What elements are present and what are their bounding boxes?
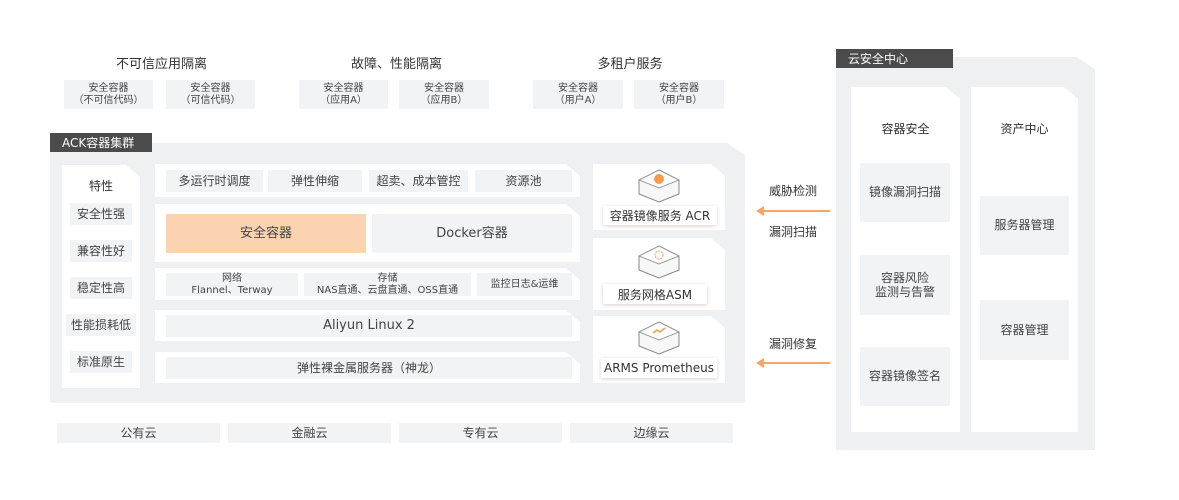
asm-service: 服务网格ASM — [603, 284, 707, 304]
docker-container-runtime: Docker容器 — [372, 214, 572, 253]
card-multi-tenant: 多租户服务 安全容器 （用户A） 安全容器 （用户B） — [517, 45, 743, 117]
vuln-fix-label: 漏洞修复 — [768, 336, 817, 351]
asset-center-title: 资产中心 — [1000, 121, 1049, 136]
network: 网络 Flannel、Terway — [166, 273, 298, 296]
secure-container-user-a: 安全容器 （用户A） — [533, 80, 623, 109]
feature-item: 标准原生 — [70, 351, 132, 373]
elastic-scaling: 弹性伸缩 — [268, 170, 362, 192]
sublabel: （应用A） — [320, 94, 367, 106]
label: 网络 — [222, 273, 242, 284]
os-layer: Aliyun Linux 2 — [155, 310, 580, 341]
finance-cloud: 金融云 — [228, 423, 391, 443]
server-management: 服务器管理 — [980, 196, 1069, 255]
secure-container-trusted: 安全容器 （可信代码） — [166, 80, 255, 109]
feature-item: 安全性强 — [70, 203, 132, 225]
runtime-layer: 安全容器 Docker容器 — [155, 204, 580, 262]
label: 安全容器 — [88, 83, 129, 94]
sublabel: （用户A） — [554, 94, 602, 106]
overcommit-cost-control: 超卖、成本管控 — [369, 170, 468, 192]
secure-container-runtime: 安全容器 — [166, 214, 366, 253]
secure-container-untrusted: 安全容器 （不可信代码） — [64, 80, 153, 109]
acr-service-card: 容器镜像服务 ACR — [593, 164, 725, 230]
storage: 存储 NAS直通、云盘直通、OSS直通 — [304, 273, 471, 296]
card-title: 不可信应用隔离 — [115, 56, 207, 72]
card-fault-isolation: 故障、性能隔离 安全容器 （应用A） 安全容器 （应用B） — [283, 45, 510, 117]
label: 安全容器 — [424, 83, 464, 94]
aliyun-linux: Aliyun Linux 2 — [166, 315, 572, 337]
private-cloud: 专有云 — [399, 423, 562, 443]
feature-item: 稳定性高 — [70, 277, 132, 299]
arrow-left-icon — [756, 358, 830, 368]
hardware-layer: 弹性裸金属服务器（神龙） — [155, 352, 580, 383]
sublabel: （不可信代码） — [73, 94, 144, 106]
label: 安全容器 — [190, 83, 231, 94]
features-title: 特性 — [88, 178, 113, 193]
security-center-label: 云安全中心 — [836, 49, 953, 68]
monitoring-logging-ops: 监控日志&运维 — [477, 273, 572, 296]
label: 存储 — [377, 273, 398, 284]
vuln-scan-label: 漏洞扫描 — [768, 224, 817, 239]
monitor-cube-icon — [637, 320, 681, 356]
container-risk-monitoring: 容器风险 监测与告警 — [860, 255, 950, 315]
secure-container-app-a: 安全容器 （应用A） — [299, 80, 388, 109]
card-title: 故障、性能隔离 — [350, 56, 442, 72]
container-security-title: 容器安全 — [881, 121, 930, 136]
image-signing: 容器镜像签名 — [860, 347, 950, 406]
bare-metal-server: 弹性裸金属服务器（神龙） — [166, 357, 572, 379]
resource-pool: 资源池 — [475, 170, 572, 192]
card-untrusted-isolation: 不可信应用隔离 安全容器 （不可信代码） 安全容器 （可信代码） — [48, 45, 275, 117]
acr-service: 容器镜像服务 ACR — [603, 206, 717, 225]
registry-cube-icon — [637, 168, 681, 204]
sublabel: NAS直通、云盘直通、OSS直通 — [316, 284, 459, 296]
infra-layer: 网络 Flannel、Terway 存储 NAS直通、云盘直通、OSS直通 监控日志… — [155, 268, 580, 300]
card-title: 多租户服务 — [597, 56, 663, 72]
cloud-types: 公有云 金融云 专有云 边缘云 — [48, 415, 745, 451]
asset-center-column: 资产中心 服务器管理 容器管理 — [971, 87, 1078, 432]
edge-cloud: 边缘云 — [570, 423, 733, 443]
asm-service-card: 服务网格ASM — [593, 238, 725, 310]
ack-cluster-label: ACK容器集群 — [50, 133, 152, 152]
multi-runtime-scheduling: 多运行时调度 — [166, 170, 263, 192]
feature-item: 兼容性好 — [70, 240, 132, 262]
secure-container-app-b: 安全容器 （应用B） — [399, 80, 489, 109]
features-column: 特性 安全性强 兼容性好 稳定性高 性能损耗低 标准原生 — [62, 165, 140, 388]
arrow-left-icon — [756, 206, 830, 216]
feature-item: 性能损耗低 — [66, 314, 136, 336]
arms-service-card: ARMS Prometheus — [593, 316, 725, 383]
secure-container-user-b: 安全容器 （用户B） — [634, 80, 724, 109]
label: 安全容器 — [323, 83, 364, 94]
label: 安全容器 — [659, 83, 699, 94]
sublabel: （用户B） — [655, 94, 703, 106]
arms-prometheus-service: ARMS Prometheus — [601, 358, 717, 378]
scheduling-layer: 多运行时调度 弹性伸缩 超卖、成本管控 资源池 — [155, 164, 580, 197]
container-security-column: 容器安全 镜像漏洞扫描 容器风险 监测与告警 容器镜像签名 — [851, 87, 960, 432]
public-cloud: 公有云 — [57, 423, 220, 443]
label: 安全容器 — [558, 83, 598, 94]
image-vuln-scan: 镜像漏洞扫描 — [860, 163, 950, 222]
container-management: 容器管理 — [980, 300, 1069, 360]
sublabel: Flannel、Terway — [191, 284, 273, 296]
mesh-cube-icon — [637, 244, 681, 280]
sublabel: （应用B） — [420, 94, 468, 106]
sublabel: （可信代码） — [180, 94, 241, 106]
threat-detection-label: 威胁检测 — [768, 183, 817, 198]
